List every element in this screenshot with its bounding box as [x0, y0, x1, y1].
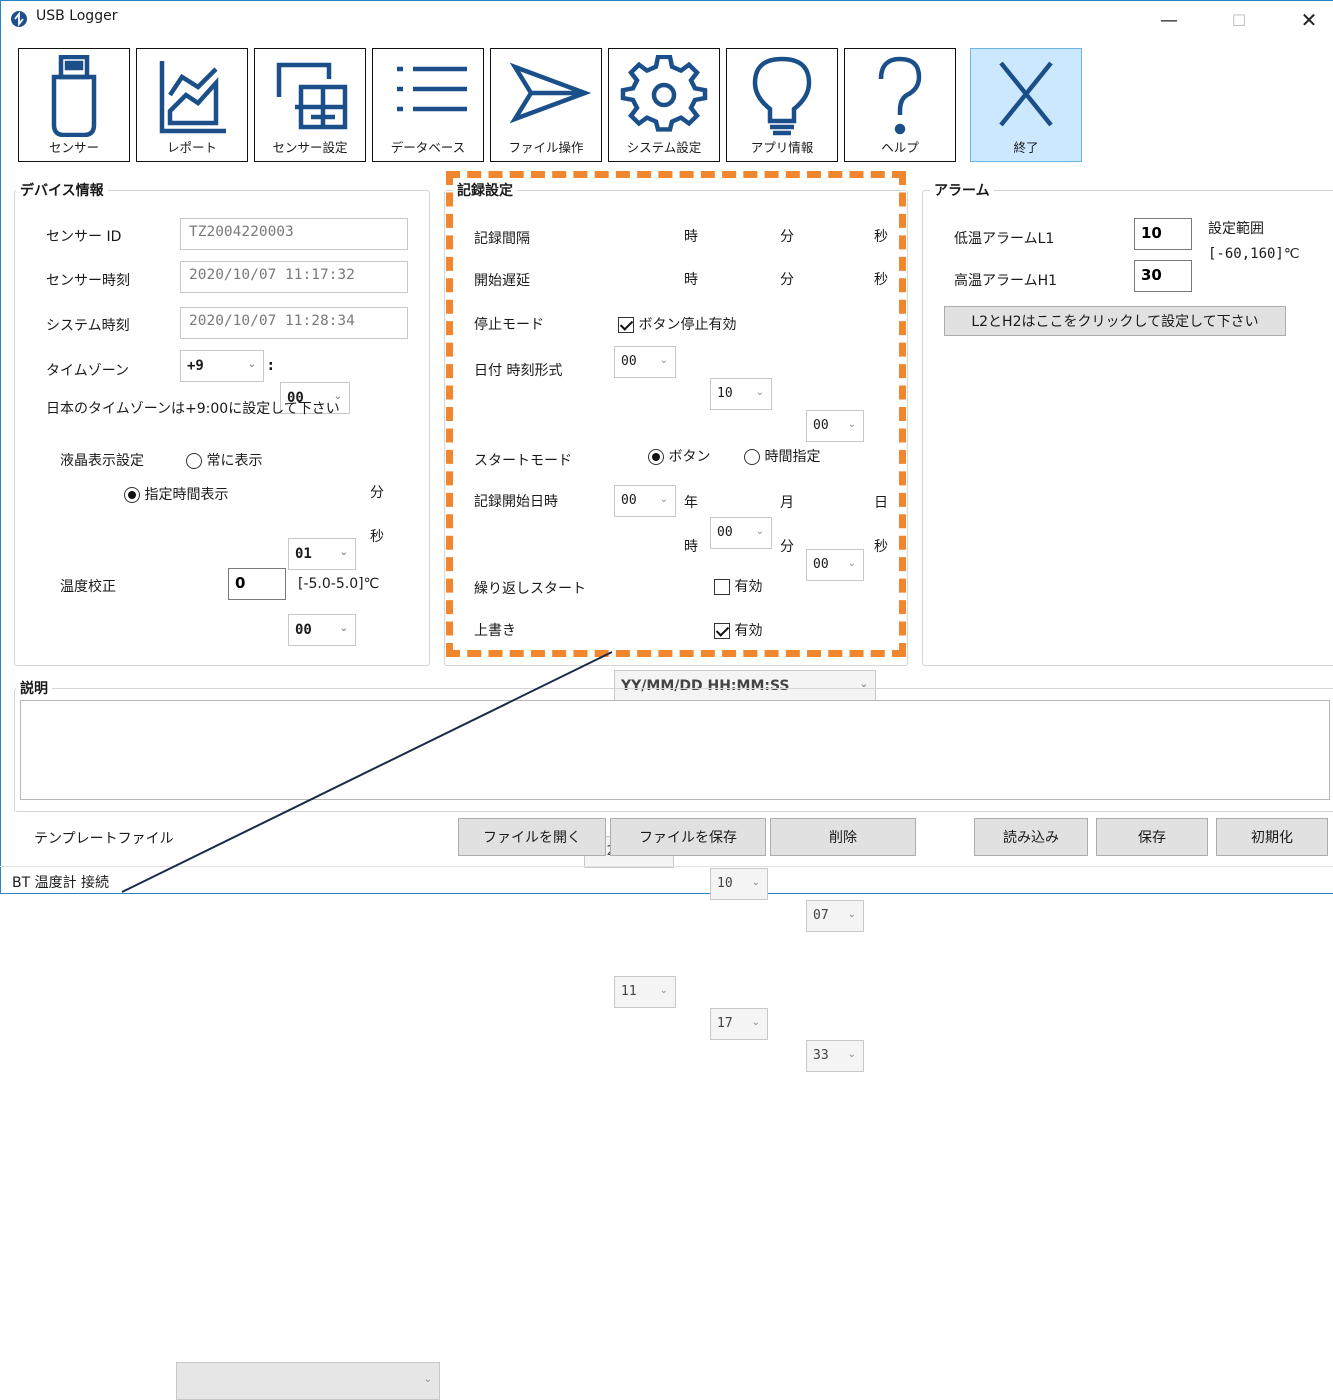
start-second-select[interactable]: 33 ⌄ [806, 1040, 864, 1072]
chevron-down-icon: ⌄ [847, 1049, 856, 1060]
template-file-select[interactable]: ⌄ [176, 1362, 440, 1400]
chevron-down-icon: ⌄ [751, 1017, 760, 1028]
start-day-select[interactable]: 07 ⌄ [806, 900, 864, 932]
annotation-pointer-line [121, 651, 613, 893]
chevron-down-icon: ⌄ [659, 985, 668, 996]
chevron-down-icon: ⌄ [847, 909, 856, 920]
start-minute-select[interactable]: 17 ⌄ [710, 1008, 768, 1040]
start-hour-select[interactable]: 11 ⌄ [614, 976, 676, 1008]
chevron-down-icon: ⌄ [423, 1374, 432, 1385]
